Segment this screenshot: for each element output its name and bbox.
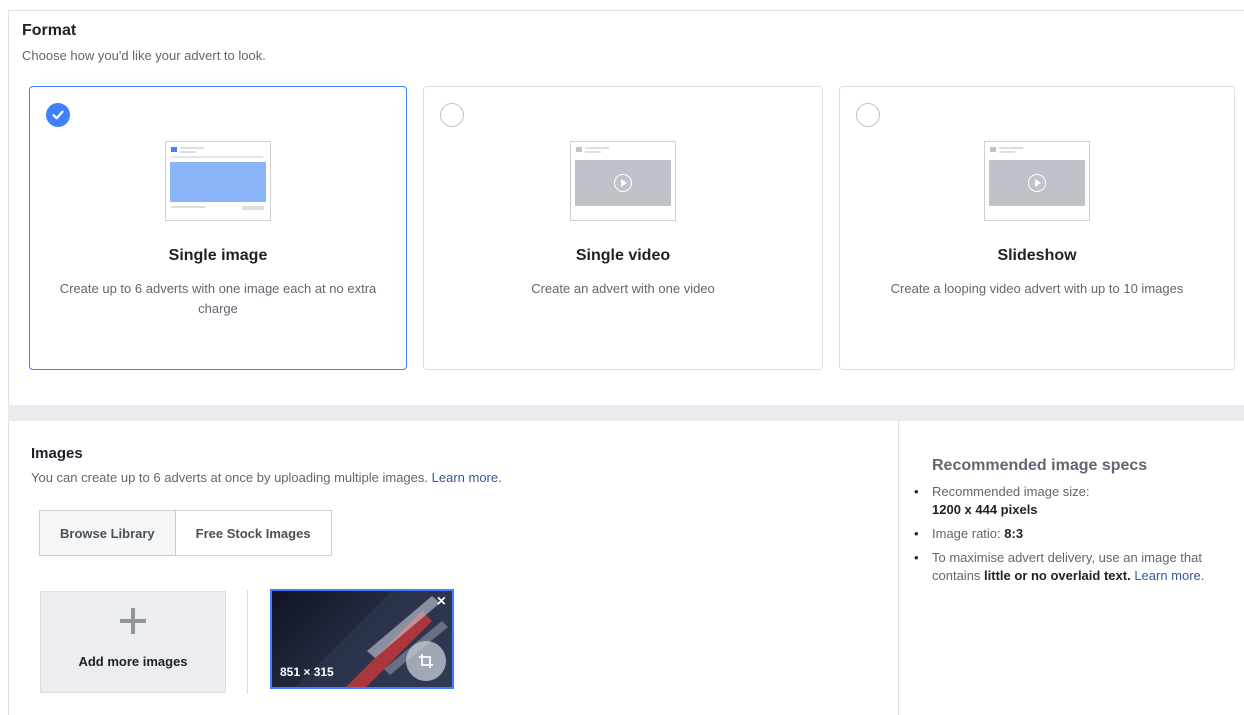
specs-list: Recommended image size: 1200 x 444 pixel… — [912, 483, 1228, 591]
spec-size: Recommended image size: 1200 x 444 pixel… — [912, 483, 1228, 519]
play-icon — [614, 174, 632, 192]
spec-tip-emphasis: little or no overlaid text. — [984, 568, 1131, 583]
images-subtitle-text: You can create up to 6 adverts at once b… — [31, 470, 428, 485]
format-option-single-image[interactable]: Single image Create up to 6 adverts with… — [29, 86, 407, 370]
browse-library-button[interactable]: Browse Library — [39, 510, 176, 556]
uploaded-image-thumbnail[interactable]: × 851 × 315 — [270, 589, 454, 689]
radio-button[interactable] — [856, 103, 880, 127]
spec-size-value: 1200 x 444 pixels — [932, 502, 1038, 517]
specs-learn-more-link[interactable]: Learn more. — [1134, 568, 1204, 583]
format-subtitle: Choose how you'd like your advert to loo… — [22, 48, 266, 63]
format-option-title: Single video — [575, 247, 671, 264]
format-title: Format — [22, 22, 77, 39]
spec-ratio: Image ratio: 8:3 — [912, 525, 1228, 543]
play-icon — [1028, 174, 1046, 192]
slideshow-preview-icon — [984, 141, 1090, 221]
vertical-divider — [247, 590, 248, 694]
plus-icon — [118, 606, 148, 636]
single-video-preview-icon — [570, 141, 676, 221]
free-stock-images-button[interactable]: Free Stock Images — [175, 510, 332, 556]
crop-icon[interactable] — [406, 641, 446, 681]
spec-size-label: Recommended image size: — [932, 484, 1090, 499]
images-title: Images — [31, 445, 83, 462]
format-option-title: Single image — [168, 247, 268, 264]
format-option-description: Create up to 6 adverts with one image ea… — [59, 281, 377, 316]
add-more-images-label: Add more images — [78, 654, 188, 669]
close-icon[interactable]: × — [437, 593, 446, 611]
radio-button[interactable] — [440, 103, 464, 127]
add-more-images-button[interactable]: Add more images — [40, 591, 226, 693]
format-option-description: Create an advert with one video — [531, 281, 715, 296]
specs-title: Recommended image specs — [932, 457, 1148, 474]
check-circle-icon — [46, 103, 70, 127]
format-option-slideshow[interactable]: Slideshow Create a looping video advert … — [839, 86, 1235, 370]
format-option-single-video[interactable]: Single video Create an advert with one v… — [423, 86, 823, 370]
format-option-title: Slideshow — [997, 247, 1077, 264]
learn-more-link[interactable]: Learn more. — [432, 470, 502, 485]
image-source-buttons: Browse Library Free Stock Images — [39, 510, 332, 556]
section-divider — [8, 405, 1244, 421]
image-dimensions-label: 851 × 315 — [280, 665, 334, 679]
format-option-description: Create a looping video advert with up to… — [890, 281, 1184, 296]
spec-ratio-label: Image ratio: — [932, 526, 1005, 541]
spec-ratio-value: 8:3 — [1004, 526, 1024, 541]
images-subtitle: You can create up to 6 adverts at once b… — [31, 470, 502, 485]
spec-tip: To maximise advert delivery, use an imag… — [912, 549, 1228, 585]
single-image-preview-icon — [165, 141, 271, 221]
